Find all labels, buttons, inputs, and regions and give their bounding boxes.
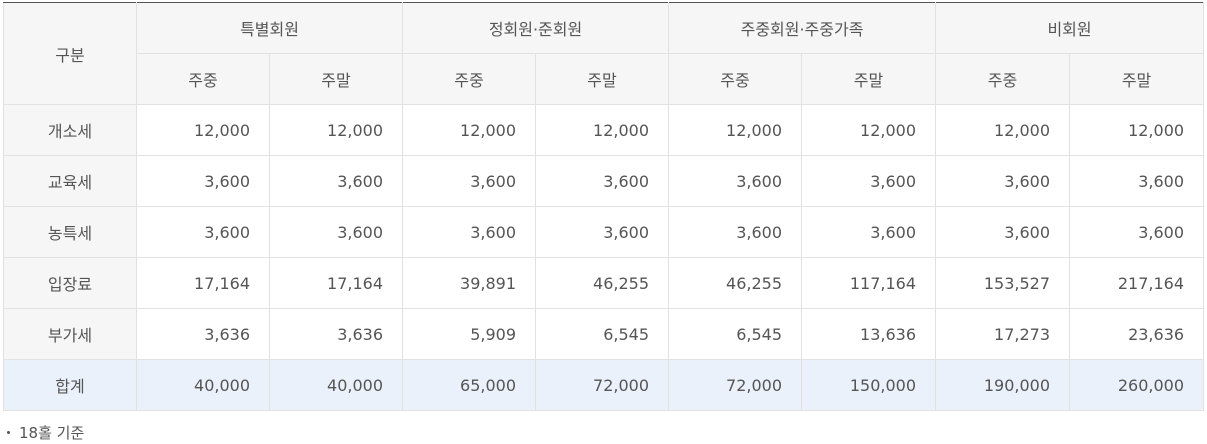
bullet-dot-icon — [7, 431, 10, 434]
subheader-weekend: 주말 — [801, 53, 937, 105]
table-row: 교육세 3,600 3,600 3,600 3,600 3,600 3,600 … — [3, 155, 1205, 207]
table-row: 부가세 3,636 3,636 5,909 6,545 6,545 13,636… — [3, 308, 1205, 360]
total-row: 합계 40,000 40,000 65,000 72,000 72,000 15… — [3, 359, 1205, 411]
category-header: 구분 — [3, 2, 137, 105]
subheader-weekday: 주중 — [402, 53, 537, 105]
row-label: 교육세 — [3, 155, 137, 207]
row-label: 개소세 — [3, 104, 137, 156]
subheader-weekday: 주중 — [668, 53, 803, 105]
footnote-text: 18홀 기준 — [19, 424, 85, 442]
table-cell: 217,164 — [1069, 257, 1205, 309]
table-cell: 3,600 — [535, 155, 670, 207]
table-cell: 5,909 — [402, 308, 537, 360]
table-cell: 17,273 — [935, 308, 1071, 360]
subheader-weekend: 주말 — [535, 53, 670, 105]
row-label: 부가세 — [3, 308, 137, 360]
table-cell: 12,000 — [1069, 104, 1205, 156]
total-cell: 190,000 — [935, 359, 1071, 411]
subheader-weekday: 주중 — [935, 53, 1071, 105]
table-cell: 3,600 — [402, 206, 537, 258]
footnote: 18홀 기준 — [7, 422, 84, 443]
header-row-groups: 구분 특별회원 정회원·준회원 주중회원·주중가족 비회원 — [3, 2, 1205, 105]
table-cell: 46,255 — [535, 257, 670, 309]
table-cell: 3,600 — [268, 206, 404, 258]
table-cell: 12,000 — [535, 104, 670, 156]
table-cell: 6,545 — [668, 308, 803, 360]
total-cell: 40,000 — [136, 359, 270, 411]
row-label: 농특세 — [3, 206, 137, 258]
table-cell: 23,636 — [1069, 308, 1205, 360]
table-row: 농특세 3,600 3,600 3,600 3,600 3,600 3,600 … — [3, 206, 1205, 258]
table-row: 입장료 17,164 17,164 39,891 46,255 46,255 1… — [3, 257, 1205, 309]
group-header-special-member: 특별회원 — [135, 2, 404, 54]
total-cell: 72,000 — [668, 359, 803, 411]
total-cell: 40,000 — [268, 359, 404, 411]
row-label-total: 합계 — [3, 359, 137, 411]
header-row-days: 주중 주말 주중 주말 주중 주말 주중 주말 — [4, 53, 1205, 105]
table-row: 개소세 12,000 12,000 12,000 12,000 12,000 1… — [3, 104, 1205, 156]
table-cell: 3,600 — [668, 206, 803, 258]
group-header-weekday-member: 주중회원·주중가족 — [668, 2, 937, 54]
table-cell: 12,000 — [402, 104, 537, 156]
subheader-weekend: 주말 — [1069, 53, 1205, 105]
table-cell: 3,600 — [668, 155, 803, 207]
table-cell: 153,527 — [935, 257, 1071, 309]
total-cell: 72,000 — [535, 359, 670, 411]
total-cell: 260,000 — [1069, 359, 1205, 411]
total-cell: 65,000 — [402, 359, 537, 411]
table-cell: 39,891 — [402, 257, 537, 309]
table-cell: 12,000 — [668, 104, 803, 156]
green-fee-table: 구분 특별회원 정회원·준회원 주중회원·주중가족 비회원 주중 주말 주중 주… — [3, 2, 1205, 411]
group-header-non-member: 비회원 — [935, 2, 1205, 54]
table-cell: 3,600 — [268, 155, 404, 207]
table-cell: 12,000 — [801, 104, 937, 156]
table-cell: 13,636 — [801, 308, 937, 360]
table-cell: 3,600 — [935, 206, 1071, 258]
total-cell: 150,000 — [801, 359, 937, 411]
table-cell: 3,600 — [535, 206, 670, 258]
table-cell: 3,600 — [801, 155, 937, 207]
table-cell: 17,164 — [136, 257, 270, 309]
table-cell: 3,636 — [268, 308, 404, 360]
subheader-weekend: 주말 — [268, 53, 404, 105]
table-cell: 17,164 — [268, 257, 404, 309]
group-header-regular-member: 정회원·준회원 — [402, 2, 670, 54]
row-label: 입장료 — [3, 257, 137, 309]
table-cell: 46,255 — [668, 257, 803, 309]
table-cell: 12,000 — [136, 104, 270, 156]
table-cell: 3,600 — [1069, 206, 1205, 258]
table-cell: 3,600 — [136, 155, 270, 207]
table-cell: 6,545 — [535, 308, 670, 360]
table-cell: 3,600 — [136, 206, 270, 258]
table-cell: 117,164 — [801, 257, 937, 309]
table-cell: 12,000 — [935, 104, 1071, 156]
table-cell: 3,600 — [1069, 155, 1205, 207]
table-cell: 3,600 — [935, 155, 1071, 207]
subheader-weekday: 주중 — [136, 53, 270, 105]
table-cell: 3,600 — [801, 206, 937, 258]
table-cell: 3,636 — [136, 308, 270, 360]
table-cell: 3,600 — [402, 155, 537, 207]
table-cell: 12,000 — [268, 104, 404, 156]
